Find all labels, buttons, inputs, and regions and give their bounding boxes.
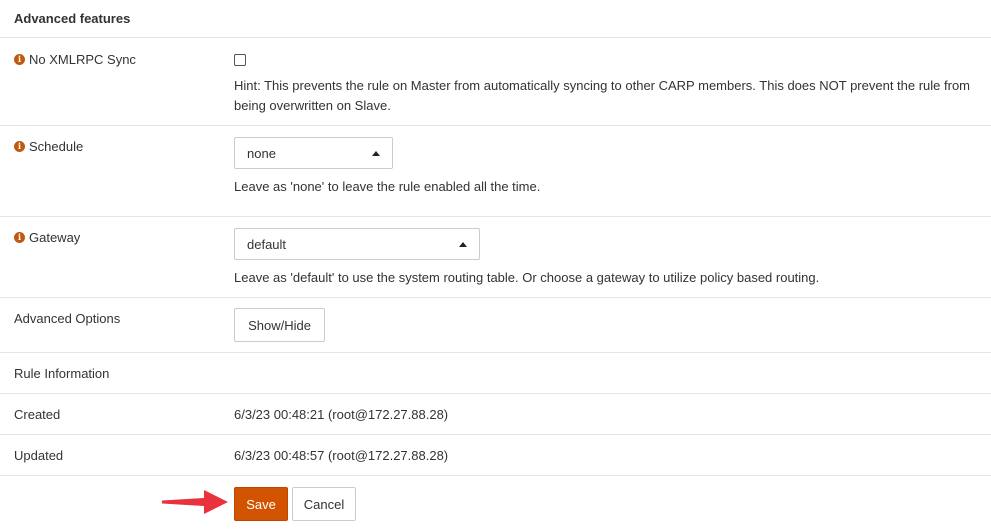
gateway-label: i Gateway bbox=[14, 230, 80, 245]
gateway-select[interactable]: default bbox=[234, 228, 480, 260]
info-icon[interactable]: i bbox=[14, 141, 25, 152]
rule-information-label: Rule Information bbox=[14, 366, 110, 381]
info-icon[interactable]: i bbox=[14, 54, 25, 65]
row-schedule: i Schedule none Leave as 'none' to leave… bbox=[0, 126, 991, 217]
updated-label: Updated bbox=[14, 448, 64, 463]
schedule-hint: Leave as 'none' to leave the rule enable… bbox=[234, 179, 541, 194]
created-value: 6/3/23 00:48:21 (root@172.27.88.28) bbox=[234, 407, 449, 422]
row-gateway: i Gateway default Leave as 'default' to … bbox=[0, 217, 991, 298]
created-label: Created bbox=[14, 407, 61, 422]
section-header: Advanced features bbox=[0, 0, 991, 38]
arrow-right-icon bbox=[162, 490, 228, 514]
xmlrpc-hint: Hint: This prevents the rule on Master f… bbox=[234, 78, 971, 113]
cancel-button[interactable]: Cancel bbox=[292, 487, 356, 521]
caret-up-icon bbox=[372, 150, 380, 156]
xmlrpc-label: i No XMLRPC Sync bbox=[14, 52, 136, 67]
gateway-label-text: Gateway bbox=[29, 230, 81, 245]
gateway-select-value: default bbox=[247, 236, 287, 252]
info-icon[interactable]: i bbox=[14, 232, 25, 243]
row-updated: Updated 6/3/23 00:48:57 (root@172.27.88.… bbox=[0, 435, 991, 476]
row-rule-information: Rule Information bbox=[0, 353, 991, 394]
advanced-options-label: Advanced Options bbox=[14, 311, 121, 326]
updated-value: 6/3/23 00:48:57 (root@172.27.88.28) bbox=[234, 448, 449, 463]
schedule-label-text: Schedule bbox=[29, 139, 84, 154]
save-button[interactable]: Save bbox=[234, 487, 288, 521]
row-xmlrpc-sync: i No XMLRPC Sync Hint: This prevents the… bbox=[0, 38, 991, 126]
row-created: Created 6/3/23 00:48:21 (root@172.27.88.… bbox=[0, 394, 991, 435]
row-advanced-options: Advanced Options Show/Hide bbox=[0, 298, 991, 353]
xmlrpc-label-text: No XMLRPC Sync bbox=[29, 52, 136, 67]
schedule-label: i Schedule bbox=[14, 139, 83, 154]
show-hide-button[interactable]: Show/Hide bbox=[234, 308, 325, 342]
schedule-select-value: none bbox=[247, 145, 276, 161]
caret-up-icon bbox=[459, 241, 467, 247]
form-actions: Save Cancel bbox=[0, 477, 991, 529]
gateway-hint: Leave as 'default' to use the system rou… bbox=[234, 270, 820, 285]
xmlrpc-checkbox[interactable] bbox=[234, 54, 246, 66]
schedule-select[interactable]: none bbox=[234, 137, 393, 169]
